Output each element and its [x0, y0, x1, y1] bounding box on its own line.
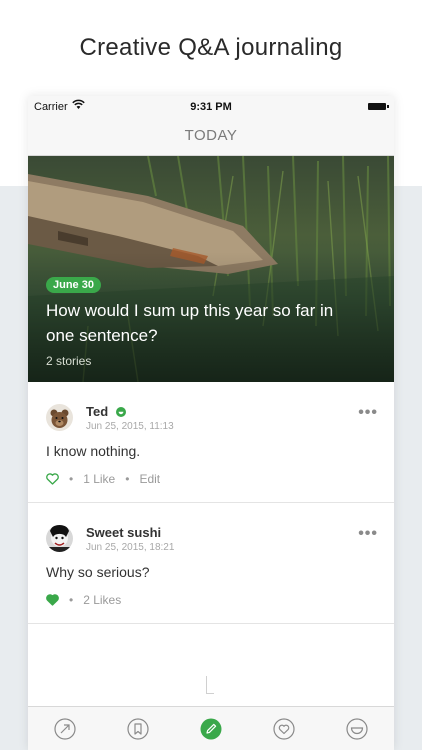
tab-share[interactable]	[53, 717, 77, 741]
tab-favorites[interactable]	[272, 717, 296, 741]
edit-link[interactable]: Edit	[139, 472, 160, 486]
end-of-list-marker	[206, 676, 214, 694]
like-count[interactable]: 2 Likes	[83, 593, 121, 607]
date-badge: June 30	[46, 277, 101, 293]
like-count[interactable]: 1 Like	[83, 472, 115, 486]
separator-dot: •	[69, 593, 74, 607]
stories-count[interactable]: 2 stories	[46, 354, 91, 368]
status-time: 9:31 PM	[190, 101, 232, 113]
separator-dot: •	[125, 472, 130, 486]
portrait-avatar-icon	[46, 525, 73, 552]
question-card[interactable]: June 30 How would I sum up this year so …	[28, 156, 394, 382]
question-text: How would I sum up this year so far in o…	[46, 301, 334, 345]
tab-compose[interactable]	[199, 717, 223, 741]
tab-bookmarks[interactable]	[126, 717, 150, 741]
tab-bar	[28, 706, 394, 750]
post-text: Why so serious?	[46, 564, 150, 580]
avatar[interactable]	[46, 525, 73, 552]
more-options-button[interactable]: •••	[358, 525, 378, 543]
share-icon	[53, 717, 76, 740]
smile-icon	[346, 717, 368, 740]
phone-screen: Carrier 9:31 PM TODAY June 30 How would …	[28, 96, 394, 750]
more-options-button[interactable]: •••	[358, 404, 378, 422]
battery-icon	[368, 103, 389, 110]
post-actions: • 1 Like • Edit	[46, 472, 160, 486]
marketing-headline: Creative Q&A journaling	[79, 34, 343, 61]
post-date: Jun 25, 2015, 18:21	[86, 542, 175, 553]
nav-title: TODAY	[28, 118, 394, 156]
heart-icon	[273, 717, 295, 740]
status-bar: Carrier 9:31 PM	[28, 96, 394, 118]
heart-filled-icon[interactable]	[46, 594, 59, 606]
post-date: Jun 25, 2015, 11:13	[86, 421, 174, 432]
compose-icon	[200, 718, 222, 739]
post-text: I know nothing.	[46, 443, 141, 459]
heart-outline-icon[interactable]	[46, 473, 59, 485]
story-item[interactable]: Ted Jun 25, 2015, 11:13 ••• I know nothi…	[28, 382, 394, 503]
author-name[interactable]: Ted	[86, 404, 126, 419]
avatar[interactable]	[46, 404, 73, 431]
author-name[interactable]: Sweet sushi	[86, 525, 161, 540]
bear-avatar-icon	[46, 404, 73, 431]
smile-badge-icon	[115, 407, 126, 417]
post-actions: • 2 Likes	[46, 593, 121, 607]
story-item[interactable]: Sweet sushi Jun 25, 2015, 18:21 ••• Why …	[28, 503, 394, 624]
tab-mood[interactable]	[345, 717, 369, 741]
separator-dot: •	[69, 472, 74, 486]
bookmark-icon	[127, 717, 149, 740]
